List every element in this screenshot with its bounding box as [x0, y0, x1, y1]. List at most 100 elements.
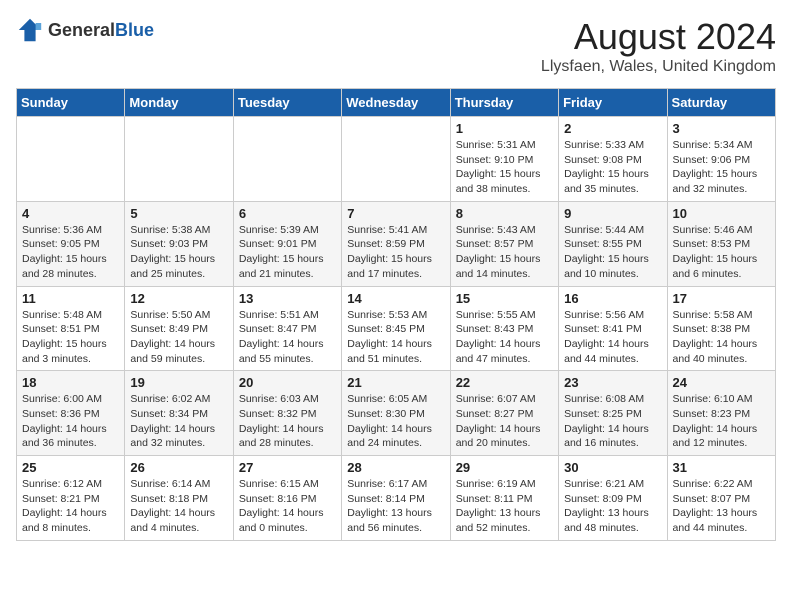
- calendar-week-row: 1 Sunrise: 5:31 AM Sunset: 9:10 PM Daylig…: [17, 117, 776, 202]
- day-info: Sunrise: 5:46 AM Sunset: 8:53 PM Dayligh…: [673, 223, 770, 282]
- day-of-week-header: Saturday: [667, 89, 775, 117]
- calendar-cell: 17 Sunrise: 5:58 AM Sunset: 8:38 PM Dayli…: [667, 286, 775, 371]
- day-number: 8: [456, 206, 553, 221]
- day-of-week-header: Monday: [125, 89, 233, 117]
- day-number: 17: [673, 291, 770, 306]
- day-number: 23: [564, 375, 661, 390]
- calendar-cell: 11 Sunrise: 5:48 AM Sunset: 8:51 PM Dayli…: [17, 286, 125, 371]
- calendar-cell: 30Sunrise: 6:21 AM Sunset: 8:09 PM Dayli…: [559, 456, 667, 541]
- calendar-cell: 6Sunrise: 5:39 AM Sunset: 9:01 PM Daylig…: [233, 201, 341, 286]
- calendar-cell: [17, 117, 125, 202]
- day-number: 12: [130, 291, 227, 306]
- day-number: 16: [564, 291, 661, 306]
- day-info: Sunrise: 5:41 AM Sunset: 8:59 PM Dayligh…: [347, 223, 444, 282]
- day-number: 14: [347, 291, 444, 306]
- calendar-cell: [125, 117, 233, 202]
- day-number: 20: [239, 375, 336, 390]
- day-number: 26: [130, 460, 227, 475]
- day-info: Sunrise: 5:50 AM Sunset: 8:49 PM Dayligh…: [130, 308, 227, 367]
- calendar-cell: 29Sunrise: 6:19 AM Sunset: 8:11 PM Dayli…: [450, 456, 558, 541]
- location-subtitle: Llysfaen, Wales, United Kingdom: [541, 58, 776, 76]
- day-info: Sunrise: 6:05 AM Sunset: 8:30 PM Dayligh…: [347, 392, 444, 451]
- day-number: 30: [564, 460, 661, 475]
- day-number: 21: [347, 375, 444, 390]
- header: GeneralBlue August 2024 Llysfaen, Wales,…: [16, 16, 776, 76]
- day-of-week-header: Tuesday: [233, 89, 341, 117]
- calendar-cell: 3 Sunrise: 5:34 AM Sunset: 9:06 PM Daylig…: [667, 117, 775, 202]
- day-info: Sunrise: 6:15 AM Sunset: 8:16 PM Dayligh…: [239, 477, 336, 536]
- calendar-cell: 27Sunrise: 6:15 AM Sunset: 8:16 PM Dayli…: [233, 456, 341, 541]
- day-number: 4: [22, 206, 119, 221]
- day-of-week-header: Wednesday: [342, 89, 450, 117]
- calendar-cell: 24Sunrise: 6:10 AM Sunset: 8:23 PM Dayli…: [667, 371, 775, 456]
- calendar-cell: 14 Sunrise: 5:53 AM Sunset: 8:45 PM Dayli…: [342, 286, 450, 371]
- month-year-title: August 2024: [541, 16, 776, 58]
- calendar-cell: 19Sunrise: 6:02 AM Sunset: 8:34 PM Dayli…: [125, 371, 233, 456]
- day-info: Sunrise: 6:12 AM Sunset: 8:21 PM Dayligh…: [22, 477, 119, 536]
- calendar-cell: 28Sunrise: 6:17 AM Sunset: 8:14 PM Dayli…: [342, 456, 450, 541]
- day-info: Sunrise: 6:22 AM Sunset: 8:07 PM Dayligh…: [673, 477, 770, 536]
- day-info: Sunrise: 5:56 AM Sunset: 8:41 PM Dayligh…: [564, 308, 661, 367]
- day-info: Sunrise: 5:48 AM Sunset: 8:51 PM Dayligh…: [22, 308, 119, 367]
- calendar-cell: 12 Sunrise: 5:50 AM Sunset: 8:49 PM Dayli…: [125, 286, 233, 371]
- day-info: Sunrise: 6:10 AM Sunset: 8:23 PM Dayligh…: [673, 392, 770, 451]
- calendar-cell: 2Sunrise: 5:33 AM Sunset: 9:08 PM Daylig…: [559, 117, 667, 202]
- calendar-cell: 5 Sunrise: 5:38 AM Sunset: 9:03 PM Daylig…: [125, 201, 233, 286]
- calendar-week-row: 25 Sunrise: 6:12 AM Sunset: 8:21 PM Dayli…: [17, 456, 776, 541]
- day-number: 25: [22, 460, 119, 475]
- calendar-cell: 13 Sunrise: 5:51 AM Sunset: 8:47 PM Dayli…: [233, 286, 341, 371]
- calendar-cell: 15Sunrise: 5:55 AM Sunset: 8:43 PM Dayli…: [450, 286, 558, 371]
- calendar-cell: 9 Sunrise: 5:44 AM Sunset: 8:55 PM Daylig…: [559, 201, 667, 286]
- day-info: Sunrise: 5:36 AM Sunset: 9:05 PM Dayligh…: [22, 223, 119, 282]
- day-info: Sunrise: 5:44 AM Sunset: 8:55 PM Dayligh…: [564, 223, 661, 282]
- day-of-week-header: Thursday: [450, 89, 558, 117]
- calendar-cell: 31 Sunrise: 6:22 AM Sunset: 8:07 PM Dayli…: [667, 456, 775, 541]
- calendar-cell: 1 Sunrise: 5:31 AM Sunset: 9:10 PM Daylig…: [450, 117, 558, 202]
- day-info: Sunrise: 6:14 AM Sunset: 8:18 PM Dayligh…: [130, 477, 227, 536]
- calendar-cell: 8 Sunrise: 5:43 AM Sunset: 8:57 PM Daylig…: [450, 201, 558, 286]
- day-number: 7: [347, 206, 444, 221]
- logo-blue: Blue: [115, 20, 154, 40]
- day-number: 15: [456, 291, 553, 306]
- logo-general: General: [48, 20, 115, 40]
- day-info: Sunrise: 5:53 AM Sunset: 8:45 PM Dayligh…: [347, 308, 444, 367]
- calendar-body: 1 Sunrise: 5:31 AM Sunset: 9:10 PM Daylig…: [17, 117, 776, 541]
- day-number: 2: [564, 121, 661, 136]
- day-info: Sunrise: 5:43 AM Sunset: 8:57 PM Dayligh…: [456, 223, 553, 282]
- day-number: 11: [22, 291, 119, 306]
- day-number: 9: [564, 206, 661, 221]
- day-number: 1: [456, 121, 553, 136]
- day-info: Sunrise: 6:00 AM Sunset: 8:36 PM Dayligh…: [22, 392, 119, 451]
- day-info: Sunrise: 5:31 AM Sunset: 9:10 PM Dayligh…: [456, 138, 553, 197]
- calendar-cell: 20Sunrise: 6:03 AM Sunset: 8:32 PM Dayli…: [233, 371, 341, 456]
- day-number: 19: [130, 375, 227, 390]
- day-number: 22: [456, 375, 553, 390]
- day-info: Sunrise: 5:58 AM Sunset: 8:38 PM Dayligh…: [673, 308, 770, 367]
- day-info: Sunrise: 5:34 AM Sunset: 9:06 PM Dayligh…: [673, 138, 770, 197]
- calendar-cell: 21 Sunrise: 6:05 AM Sunset: 8:30 PM Dayli…: [342, 371, 450, 456]
- calendar-cell: 4 Sunrise: 5:36 AM Sunset: 9:05 PM Daylig…: [17, 201, 125, 286]
- calendar-cell: 10Sunrise: 5:46 AM Sunset: 8:53 PM Dayli…: [667, 201, 775, 286]
- calendar-week-row: 4 Sunrise: 5:36 AM Sunset: 9:05 PM Daylig…: [17, 201, 776, 286]
- day-number: 3: [673, 121, 770, 136]
- day-info: Sunrise: 5:39 AM Sunset: 9:01 PM Dayligh…: [239, 223, 336, 282]
- calendar-cell: [233, 117, 341, 202]
- calendar-header: SundayMondayTuesdayWednesdayThursdayFrid…: [17, 89, 776, 117]
- day-number: 31: [673, 460, 770, 475]
- calendar-week-row: 11 Sunrise: 5:48 AM Sunset: 8:51 PM Dayli…: [17, 286, 776, 371]
- day-info: Sunrise: 5:51 AM Sunset: 8:47 PM Dayligh…: [239, 308, 336, 367]
- day-number: 13: [239, 291, 336, 306]
- calendar-cell: [342, 117, 450, 202]
- day-number: 28: [347, 460, 444, 475]
- calendar-cell: 7 Sunrise: 5:41 AM Sunset: 8:59 PM Daylig…: [342, 201, 450, 286]
- day-number: 18: [22, 375, 119, 390]
- day-number: 5: [130, 206, 227, 221]
- day-info: Sunrise: 6:19 AM Sunset: 8:11 PM Dayligh…: [456, 477, 553, 536]
- calendar-cell: 22Sunrise: 6:07 AM Sunset: 8:27 PM Dayli…: [450, 371, 558, 456]
- calendar-table: SundayMondayTuesdayWednesdayThursdayFrid…: [16, 88, 776, 541]
- calendar-cell: 18 Sunrise: 6:00 AM Sunset: 8:36 PM Dayli…: [17, 371, 125, 456]
- day-info: Sunrise: 6:08 AM Sunset: 8:25 PM Dayligh…: [564, 392, 661, 451]
- day-info: Sunrise: 5:38 AM Sunset: 9:03 PM Dayligh…: [130, 223, 227, 282]
- logo-icon: [16, 16, 44, 44]
- logo: GeneralBlue: [16, 16, 154, 44]
